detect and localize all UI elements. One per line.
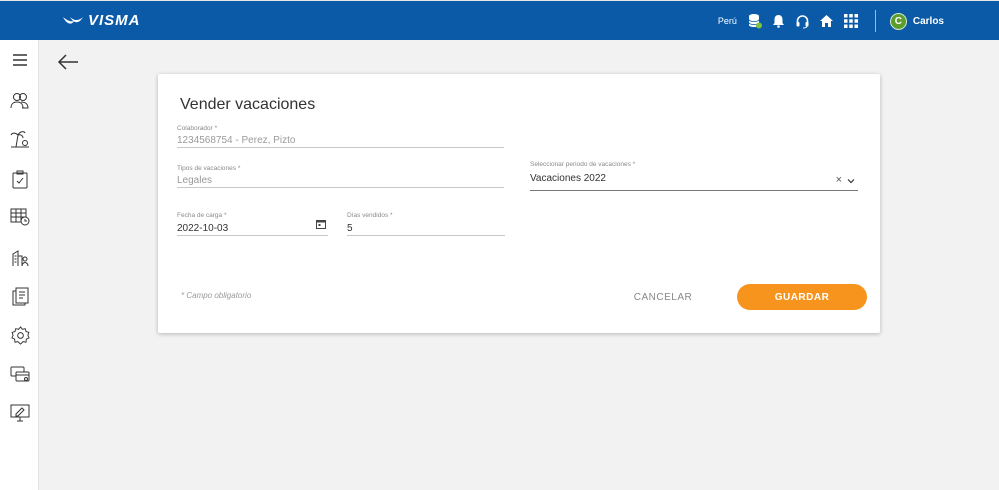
clipboard-icon[interactable] — [9, 168, 31, 190]
vacation-icon[interactable] — [9, 128, 31, 150]
visma-logo-icon — [63, 16, 83, 24]
tipos-vacaciones-value: Legales — [177, 175, 213, 186]
save-button[interactable]: GUARDAR — [737, 284, 867, 310]
headset-icon[interactable] — [792, 10, 814, 32]
documents-icon[interactable] — [9, 285, 31, 307]
user-name[interactable]: Carlos — [913, 16, 944, 27]
periodo-vacaciones-select[interactable]: Seleccionar periodo de vacaciones * Vaca… — [530, 161, 858, 191]
people-icon[interactable] — [9, 89, 31, 111]
cards-icon[interactable] — [9, 363, 31, 385]
fecha-carga-field[interactable]: Fecha de carga * 2022-10-03 — [177, 212, 328, 236]
back-arrow-icon[interactable] — [56, 52, 80, 72]
header-divider — [874, 10, 876, 32]
bell-icon[interactable] — [768, 10, 790, 32]
colaborador-field: Colaborador * 1234568754 - Perez, Pizto — [177, 125, 504, 148]
vender-vacaciones-card: Vender vacaciones Colaborador * 12345687… — [158, 74, 880, 333]
cancel-button[interactable]: CANCELAR — [608, 284, 718, 310]
database-icon[interactable] — [744, 10, 766, 32]
settings-icon[interactable] — [9, 324, 31, 346]
avatar[interactable]: C — [889, 12, 907, 30]
org-chart-icon[interactable] — [9, 246, 31, 268]
colaborador-label: Colaborador * — [177, 125, 218, 132]
country-label[interactable]: Perú — [718, 16, 737, 26]
sidebar — [0, 40, 39, 490]
dias-vendidos-label: Días vendidos * — [347, 212, 393, 219]
chevron-down-icon[interactable] — [846, 177, 856, 185]
periodo-vacaciones-value: Vacaciones 2022 — [530, 173, 606, 184]
fecha-carga-value: 2022-10-03 — [177, 223, 229, 234]
menu-icon[interactable] — [9, 49, 31, 71]
required-note: * Campo obligatorio — [181, 291, 252, 300]
clear-icon[interactable]: × — [836, 175, 842, 186]
calendar-icon[interactable] — [316, 219, 326, 229]
fecha-carga-label: Fecha de carga * — [177, 212, 227, 219]
calendar-grid-icon[interactable] — [9, 206, 31, 228]
dias-vendidos-value: 5 — [347, 223, 353, 234]
home-icon[interactable] — [816, 10, 838, 32]
page-title: Vender vacaciones — [180, 96, 316, 113]
visma-logo[interactable]: VISMA — [62, 12, 141, 29]
top-bar: VISMA Perú C Carlos — [0, 0, 999, 40]
apps-grid-icon[interactable] — [840, 10, 862, 32]
tipos-vacaciones-label: Tipos de vacaciones * — [177, 165, 241, 172]
tipos-vacaciones-field: Tipos de vacaciones * Legales — [177, 165, 504, 188]
colaborador-value: 1234568754 - Perez, Pizto — [177, 135, 296, 146]
logo-text: VISMA — [88, 12, 141, 29]
monitor-icon[interactable] — [9, 402, 31, 424]
periodo-vacaciones-label: Seleccionar periodo de vacaciones * — [530, 161, 636, 168]
dias-vendidos-input[interactable]: Días vendidos * 5 — [347, 212, 505, 236]
